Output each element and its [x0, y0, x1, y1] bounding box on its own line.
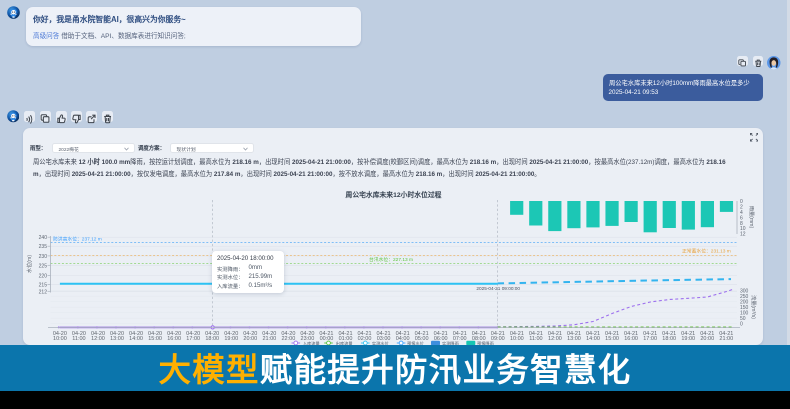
svg-text:13:00: 13:00 [567, 336, 581, 342]
svg-text:防洪高水位：237.12 m: 防洪高水位：237.12 m [53, 236, 102, 243]
svg-text:0: 0 [740, 322, 743, 328]
svg-text:22:00: 22:00 [281, 336, 295, 342]
svg-text:235: 235 [39, 244, 48, 250]
svg-text:12: 12 [740, 232, 746, 238]
svg-text:15:00: 15:00 [605, 336, 619, 342]
svg-text:16:00: 16:00 [624, 336, 638, 342]
svg-text:16:00: 16:00 [167, 336, 181, 342]
svg-text:10:00: 10:00 [510, 336, 524, 342]
svg-text:19:00: 19:00 [224, 336, 238, 342]
svg-text:14:00: 14:00 [129, 336, 143, 342]
svg-text:水位(m): 水位(m) [25, 255, 33, 273]
svg-text:17:00: 17:00 [643, 336, 657, 342]
svg-text:00:00: 00:00 [320, 336, 334, 342]
svg-text:18:00: 18:00 [662, 336, 676, 342]
svg-text:18:00: 18:00 [205, 336, 219, 342]
svg-text:230: 230 [39, 254, 48, 260]
svg-text:215: 215 [39, 282, 48, 288]
svg-text:正常蓄水位：231.13 m: 正常蓄水位：231.13 m [682, 248, 731, 255]
svg-text:12:00: 12:00 [91, 336, 105, 342]
svg-text:10:00: 10:00 [53, 336, 67, 342]
svg-text:21:00: 21:00 [262, 336, 276, 342]
svg-text:11:00: 11:00 [72, 336, 85, 342]
svg-text:14:00: 14:00 [586, 336, 600, 342]
svg-text:12:00: 12:00 [548, 336, 562, 342]
svg-text:台汛水位：227.13 m: 台汛水位：227.13 m [369, 256, 413, 263]
svg-text:13:00: 13:00 [110, 336, 124, 342]
svg-text:雨量(mm): 雨量(mm) [748, 206, 755, 229]
svg-text:212: 212 [39, 289, 48, 295]
svg-text:220: 220 [39, 274, 48, 280]
svg-text:20:00: 20:00 [243, 336, 257, 342]
svg-text:流量(m³/s): 流量(m³/s) [750, 295, 758, 319]
svg-text:20:00: 20:00 [700, 336, 714, 342]
svg-text:225: 225 [39, 263, 48, 269]
svg-text:11:00: 11:00 [529, 336, 542, 342]
svg-text:2025-04-21 09:00:00: 2025-04-21 09:00:00 [476, 286, 520, 291]
svg-text:15:00: 15:00 [148, 336, 162, 342]
svg-text:19:00: 19:00 [681, 336, 695, 342]
svg-text:240: 240 [39, 235, 48, 241]
svg-text:17:00: 17:00 [186, 336, 200, 342]
svg-text:21:00: 21:00 [719, 336, 733, 342]
